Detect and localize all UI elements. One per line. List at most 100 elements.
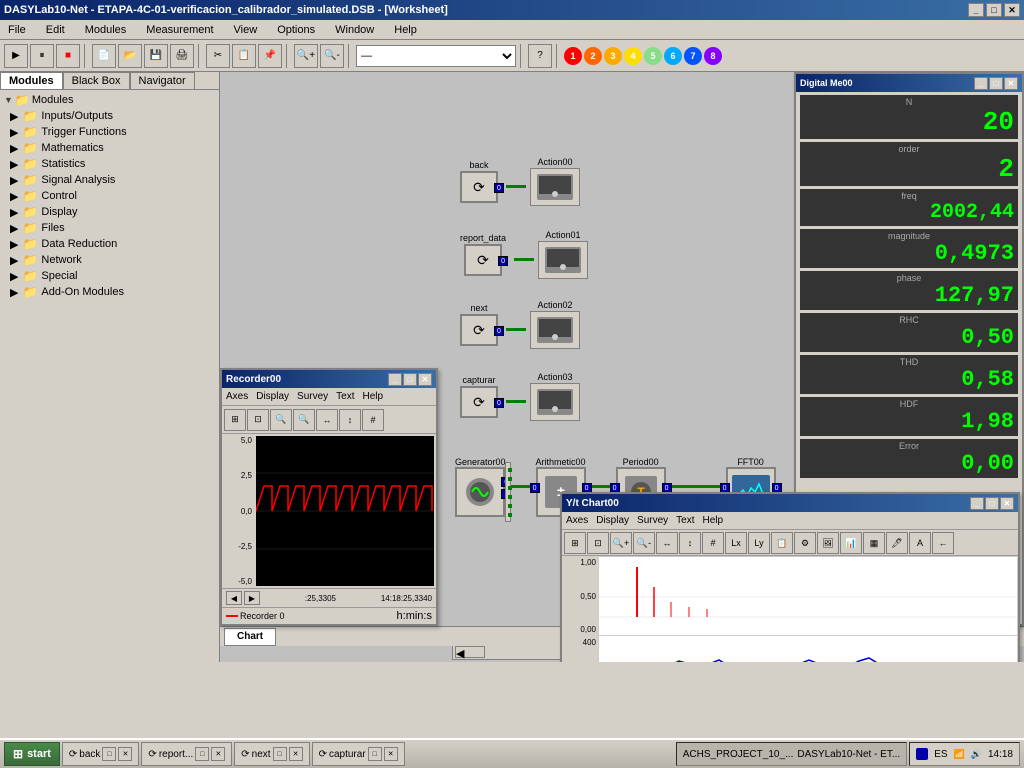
taskbar-capturar-restore[interactable]: □ (368, 747, 382, 761)
save-button[interactable]: 💾 (144, 44, 168, 68)
rec-tool-7[interactable]: # (362, 409, 384, 431)
tab-blackbox[interactable]: Black Box (63, 72, 130, 89)
tree-folder-control[interactable]: ▶ 📁 Control (2, 188, 217, 204)
stop-button[interactable]: ■ (56, 44, 80, 68)
rec-tool-4[interactable]: 🔍 (293, 409, 315, 431)
taskbar-report[interactable]: ⟳ report... □ ✕ (141, 742, 232, 766)
zoom-in-button[interactable]: 🔍+ (294, 44, 318, 68)
num-btn-1[interactable]: 1 (564, 47, 582, 65)
tree-folder-files[interactable]: ▶ 📁 Files (2, 220, 217, 236)
rec-tool-5[interactable]: ↔ (316, 409, 338, 431)
yt-menu-axes[interactable]: Axes (566, 515, 588, 526)
start-button[interactable]: ⊞ start (4, 742, 60, 766)
num-btn-7[interactable]: 7 (684, 47, 702, 65)
paste-button[interactable]: 📌 (258, 44, 282, 68)
report-icon[interactable]: ⟳ 0 (464, 244, 502, 276)
zoom-out-button[interactable]: 🔍- (320, 44, 344, 68)
taskbar-capturar-close[interactable]: ✕ (384, 747, 398, 761)
yt-tool-8[interactable]: Lx (725, 532, 747, 554)
print-button[interactable]: 🖨 (170, 44, 194, 68)
yt-menu-display[interactable]: Display (596, 515, 629, 526)
tree-folder-signal[interactable]: ▶ 📁 Signal Analysis (2, 172, 217, 188)
num-btn-4[interactable]: 4 (624, 47, 642, 65)
tree-folder-math[interactable]: ▶ 📁 Mathematics (2, 140, 217, 156)
yt-tool-15[interactable]: 🖊 (886, 532, 908, 554)
yt-tool-5[interactable]: ↔ (656, 532, 678, 554)
action01-icon[interactable] (538, 241, 588, 279)
taskbar-next-close[interactable]: ✕ (289, 747, 303, 761)
menu-options[interactable]: Options (273, 23, 319, 37)
taskbar-capturar[interactable]: ⟳ capturar □ ✕ (312, 742, 405, 766)
menu-window[interactable]: Window (331, 23, 378, 37)
yt-tool-9[interactable]: Ly (748, 532, 770, 554)
meter-max-btn[interactable]: □ (989, 77, 1003, 90)
meter-close-btn[interactable]: ✕ (1004, 77, 1018, 90)
tree-folder-trigger[interactable]: ▶ 📁 Trigger Functions (2, 124, 217, 140)
yt-tool-13[interactable]: 📊 (840, 532, 862, 554)
menu-help[interactable]: Help (390, 23, 421, 37)
taskbar-next[interactable]: ⟳ next □ ✕ (234, 742, 309, 766)
capturar-icon[interactable]: ⟳ 0 (460, 386, 498, 418)
recorder-min-btn[interactable]: _ (388, 373, 402, 386)
ws-tab-chart[interactable]: Chart (224, 628, 276, 646)
tab-navigator[interactable]: Navigator (130, 72, 195, 89)
yt-tool-14[interactable]: ▦ (863, 532, 885, 554)
num-btn-5[interactable]: 5 (644, 47, 662, 65)
tree-folder-special[interactable]: ▶ 📁 Special (2, 268, 217, 284)
menu-file[interactable]: File (4, 23, 30, 37)
yt-tool-3[interactable]: 🔍+ (610, 532, 632, 554)
menu-edit[interactable]: Edit (42, 23, 69, 37)
cut-button[interactable]: ✂ (206, 44, 230, 68)
num-btn-2[interactable]: 2 (584, 47, 602, 65)
rec-tool-6[interactable]: ↕ (339, 409, 361, 431)
yt-tool-17[interactable]: ← (932, 532, 954, 554)
help-button[interactable]: ? (528, 44, 552, 68)
close-button[interactable]: ✕ (1004, 3, 1020, 17)
action00-icon[interactable] (530, 168, 580, 206)
play-button[interactable]: ▶ (4, 44, 28, 68)
taskbar-back[interactable]: ⟳ back □ ✕ (62, 742, 140, 766)
meter-min-btn[interactable]: _ (974, 77, 988, 90)
yt-tool-10[interactable]: 📋 (771, 532, 793, 554)
yt-tool-6[interactable]: ↕ (679, 532, 701, 554)
menu-view[interactable]: View (230, 23, 262, 37)
minimize-button[interactable]: _ (968, 3, 984, 17)
taskbar-report-restore[interactable]: □ (195, 747, 209, 761)
yt-max-btn[interactable]: □ (985, 497, 999, 510)
yt-tool-11[interactable]: ⚙ (794, 532, 816, 554)
action02-icon[interactable] (530, 311, 580, 349)
yt-tool-2[interactable]: ⊡ (587, 532, 609, 554)
tree-folder-datared[interactable]: ▶ 📁 Data Reduction (2, 236, 217, 252)
taskbar-dasy[interactable]: DASYLab10-Net - ET... (797, 749, 900, 760)
yt-menu-help[interactable]: Help (703, 515, 724, 526)
recorder-close-btn[interactable]: ✕ (418, 373, 432, 386)
yt-tool-12[interactable]: 🖼 (817, 532, 839, 554)
recorder-max-btn[interactable]: □ (403, 373, 417, 386)
rec-tool-3[interactable]: 🔍 (270, 409, 292, 431)
back-icon[interactable]: ⟳ 0 (460, 171, 498, 203)
maximize-button[interactable]: □ (986, 3, 1002, 17)
rec-menu-help[interactable]: Help (363, 391, 384, 402)
num-btn-6[interactable]: 6 (664, 47, 682, 65)
rec-tool-1[interactable]: ⊞ (224, 409, 246, 431)
taskbar-next-restore[interactable]: □ (273, 747, 287, 761)
rec-nav-left[interactable]: ◀ (226, 591, 242, 605)
num-btn-3[interactable]: 3 (604, 47, 622, 65)
yt-tool-4[interactable]: 🔍- (633, 532, 655, 554)
tab-modules[interactable]: Modules (0, 72, 63, 89)
open-button[interactable]: 📂 (118, 44, 142, 68)
zoom-combo[interactable]: — (356, 45, 516, 67)
menu-measurement[interactable]: Measurement (142, 23, 217, 37)
pause-button[interactable]: ⏸ (30, 44, 54, 68)
rec-menu-display[interactable]: Display (256, 391, 289, 402)
yt-min-btn[interactable]: _ (970, 497, 984, 510)
yt-tool-7[interactable]: # (702, 532, 724, 554)
yt-menu-survey[interactable]: Survey (637, 515, 668, 526)
generator-icon[interactable]: 0 1 (455, 467, 505, 517)
yt-tool-1[interactable]: ⊞ (564, 532, 586, 554)
tree-root-modules[interactable]: ▼ 📁 Modules (2, 92, 217, 108)
taskbar-back-close[interactable]: ✕ (118, 747, 132, 761)
num-btn-8[interactable]: 8 (704, 47, 722, 65)
next-icon[interactable]: ⟳ 0 (460, 314, 498, 346)
taskbar-back-restore[interactable]: □ (102, 747, 116, 761)
